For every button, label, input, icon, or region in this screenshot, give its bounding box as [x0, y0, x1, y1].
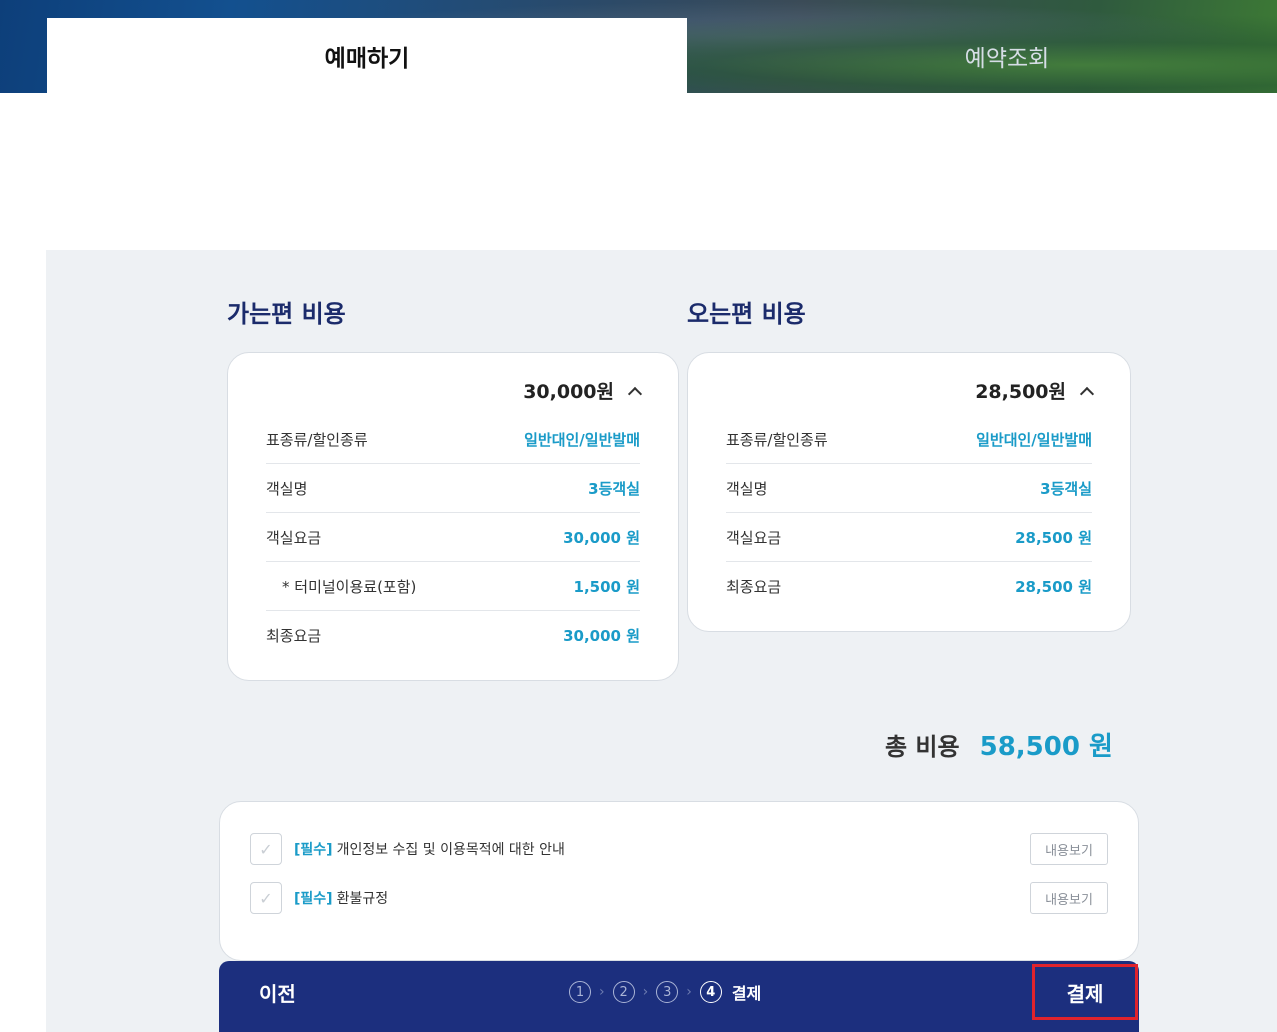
agreement-text: 개인정보 수집 및 이용목적에 대한 안내 [336, 842, 565, 858]
row-label: 표종류/할인종류 [266, 430, 368, 449]
row-label: 객실명 [266, 479, 308, 498]
chevron-up-icon[interactable] [1079, 386, 1095, 401]
inbound-rows: 표종류/할인종류 일반대인/일반발매 객실명 3등객실 객실요금 28,500 원 최… [726, 415, 1092, 611]
row-value: 3등객실 [588, 479, 640, 498]
row-label: 객실요금 [266, 528, 322, 547]
check-icon[interactable]: ✓ [250, 833, 282, 865]
row-value: 일반대인/일반발매 [524, 430, 640, 449]
outbound-title: 가는편 비용 [227, 300, 346, 328]
row-label: 표종류/할인종류 [726, 430, 828, 449]
chevron-up-icon[interactable] [627, 386, 643, 401]
view-privacy-button[interactable]: 내용보기 [1030, 833, 1108, 865]
chevron-right-icon: › [599, 984, 605, 1000]
tab-reserve[interactable]: 예매하기 [47, 18, 687, 93]
grand-total: 총 비용 58,500 원 [885, 726, 1113, 763]
table-row: 최종요금 28,500 원 [726, 562, 1092, 611]
chevron-right-icon: › [686, 984, 692, 1000]
table-row: 객실명 3등객실 [266, 464, 640, 513]
required-tag: [필수] [294, 891, 333, 907]
agreement-text: 환불규정 [336, 891, 389, 907]
outbound-total-toggle[interactable]: 30,000원 [523, 377, 643, 404]
table-row: 표종류/할인종류 일반대인/일반발매 [266, 415, 640, 464]
agreement-refund: ✓ [필수] 환불규정 내용보기 [250, 881, 1108, 915]
row-value: 28,500 원 [1015, 578, 1092, 596]
required-tag: [필수] [294, 842, 333, 858]
outbound-card: 30,000원 표종류/할인종류 일반대인/일반발매 객실명 3등객실 객실요금 30… [227, 352, 679, 681]
grand-total-label: 총 비용 [885, 733, 960, 761]
row-value: 28,500 원 [1015, 528, 1092, 547]
table-row: 최종요금 30,000 원 [266, 611, 640, 660]
outbound-rows: 표종류/할인종류 일반대인/일반발매 객실명 3등객실 객실요금 30,000 원 *… [266, 415, 640, 660]
step-indicator: 1 › 2 › 3 › 4 결제 [569, 961, 761, 1023]
step-4: 4 [699, 981, 722, 1003]
table-row: 객실요금 30,000 원 [266, 513, 640, 562]
row-value: 일반대인/일반발매 [976, 430, 1092, 449]
row-value: 1,500 원 [573, 577, 640, 596]
agreements-box: ✓ [필수] 개인정보 수집 및 이용목적에 대한 안내 내용보기 ✓ [필수]… [219, 801, 1139, 961]
current-step-label: 결제 [731, 984, 762, 1003]
chevron-right-icon: › [642, 984, 649, 1000]
pay-button[interactable]: 결제 [1032, 964, 1138, 1020]
bottom-nav-bar: 이전 1 › 2 › 3 › 4 결제 결제 [219, 961, 1139, 1032]
step-3: 3 [656, 981, 679, 1003]
step-1: 1 [569, 981, 591, 1003]
agreement-privacy: ✓ [필수] 개인정보 수집 및 이용목적에 대한 안내 내용보기 [250, 832, 1108, 866]
inbound-title: 오는편 비용 [687, 300, 806, 328]
table-row: 표종류/할인종류 일반대인/일반발매 [726, 415, 1092, 464]
prev-button[interactable]: 이전 [259, 961, 296, 1023]
row-value: 30,000 원 [563, 528, 640, 547]
table-row: 객실명 3등객실 [726, 464, 1092, 513]
inbound-card: 28,500원 표종류/할인종류 일반대인/일반발매 객실명 3등객실 객실요금 28… [687, 352, 1131, 632]
check-icon[interactable]: ✓ [250, 882, 282, 914]
row-label: 객실요금 [726, 528, 782, 547]
row-value: 30,000 원 [563, 627, 640, 645]
inbound-total-toggle[interactable]: 28,500원 [975, 377, 1095, 404]
step-2: 2 [612, 981, 635, 1003]
view-refund-button[interactable]: 내용보기 [1030, 882, 1108, 914]
grand-total-amount: 58,500 원 [979, 732, 1113, 762]
row-value: 3등객실 [1040, 479, 1092, 498]
outbound-total: 30,000원 [523, 381, 614, 403]
tab-lookup[interactable]: 예약조회 [687, 18, 1277, 93]
table-row: * 터미널이용료(포함) 1,500 원 [266, 562, 640, 611]
row-label: 최종요금 [726, 578, 782, 596]
row-label: 최종요금 [266, 627, 322, 645]
row-label: * 터미널이용료(포함) [282, 577, 417, 596]
table-row: 객실요금 28,500 원 [726, 513, 1092, 562]
inbound-total: 28,500원 [975, 381, 1066, 403]
row-label: 객실명 [726, 479, 768, 498]
